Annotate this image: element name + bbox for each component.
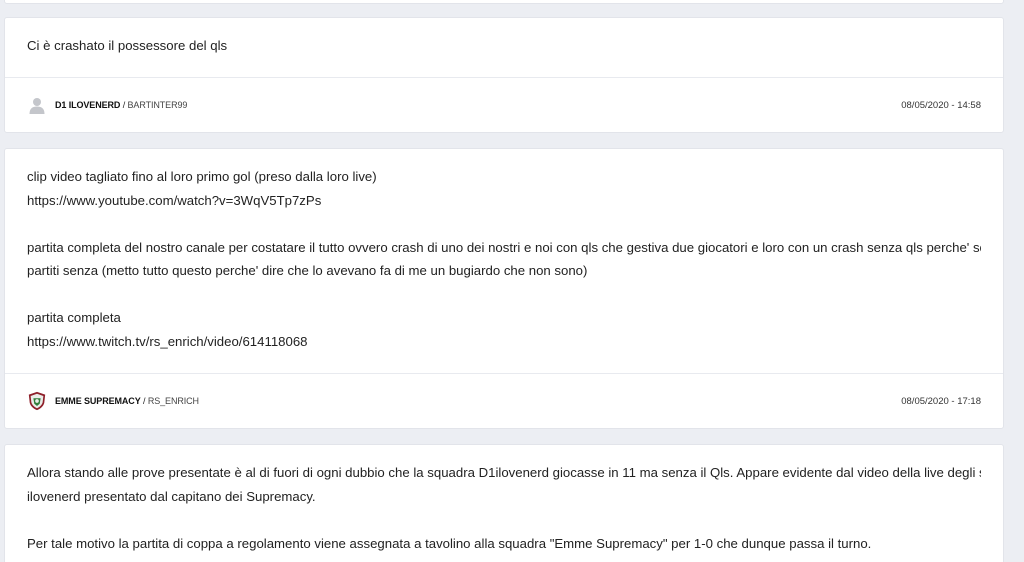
post-body: clip video tagliato fino al loro primo g… — [5, 149, 1003, 353]
post-link[interactable]: https://www.twitch.tv/rs_enrich/video/61… — [27, 330, 981, 354]
post-text: ilovenerd presentato dal capitano dei Su… — [27, 488, 316, 504]
post-body: Allora stando alle prove presentate è al… — [5, 445, 1003, 555]
post-author[interactable]: D1 ILOVENERD / BARTINTER99 — [55, 100, 187, 110]
author-team[interactable]: D1 ILOVENERD — [55, 100, 120, 110]
person-silhouette-icon — [27, 95, 47, 115]
forum-thread: Ci è crashato il possessore del qls D1 I… — [0, 0, 1024, 562]
post-card: clip video tagliato fino al loro primo g… — [4, 148, 1004, 429]
emme-supremacy-shield-icon — [27, 391, 47, 411]
post-date: 08/05/2020 - 17:18 — [901, 395, 981, 407]
post-text: Per tale motivo la partita di coppa a re… — [27, 535, 872, 551]
post-text: partita completa del nostro canale per c… — [27, 239, 981, 255]
previous-post-card — [4, 0, 1004, 4]
post-body: Ci è crashato il possessore del qls — [5, 18, 1003, 58]
post-link[interactable]: https://www.youtube.com/watch?v=3WqV5Tp7… — [27, 189, 981, 213]
post-date: 08/05/2020 - 14:58 — [901, 99, 981, 111]
post-text: partiti senza (metto tutto questo perche… — [27, 263, 588, 278]
author-username[interactable]: BARTINTER99 — [128, 100, 188, 110]
post-text: partita completa — [27, 310, 121, 325]
post-card: Ci è crashato il possessore del qls D1 I… — [4, 17, 1004, 133]
author-separator: / — [143, 396, 146, 406]
author-username[interactable]: RS_ENRICH — [148, 396, 199, 406]
author-separator: / — [122, 100, 126, 110]
post-text: Ci è crashato il possessore del qls — [27, 38, 228, 53]
post-author[interactable]: EMME SUPREMACY / RS_ENRICH — [55, 396, 199, 406]
post-text: clip video tagliato fino al loro primo g… — [27, 169, 377, 184]
post-footer: D1 ILOVENERD / BARTINTER99 08/05/2020 - … — [5, 77, 1003, 132]
author-team[interactable]: EMME SUPREMACY — [55, 396, 141, 406]
post-footer: EMME SUPREMACY / RS_ENRICH 08/05/2020 - … — [5, 373, 1003, 428]
post-card: Allora stando alle prove presentate è al… — [4, 444, 1004, 562]
post-text: Allora stando alle prove presentate è al… — [27, 465, 981, 480]
